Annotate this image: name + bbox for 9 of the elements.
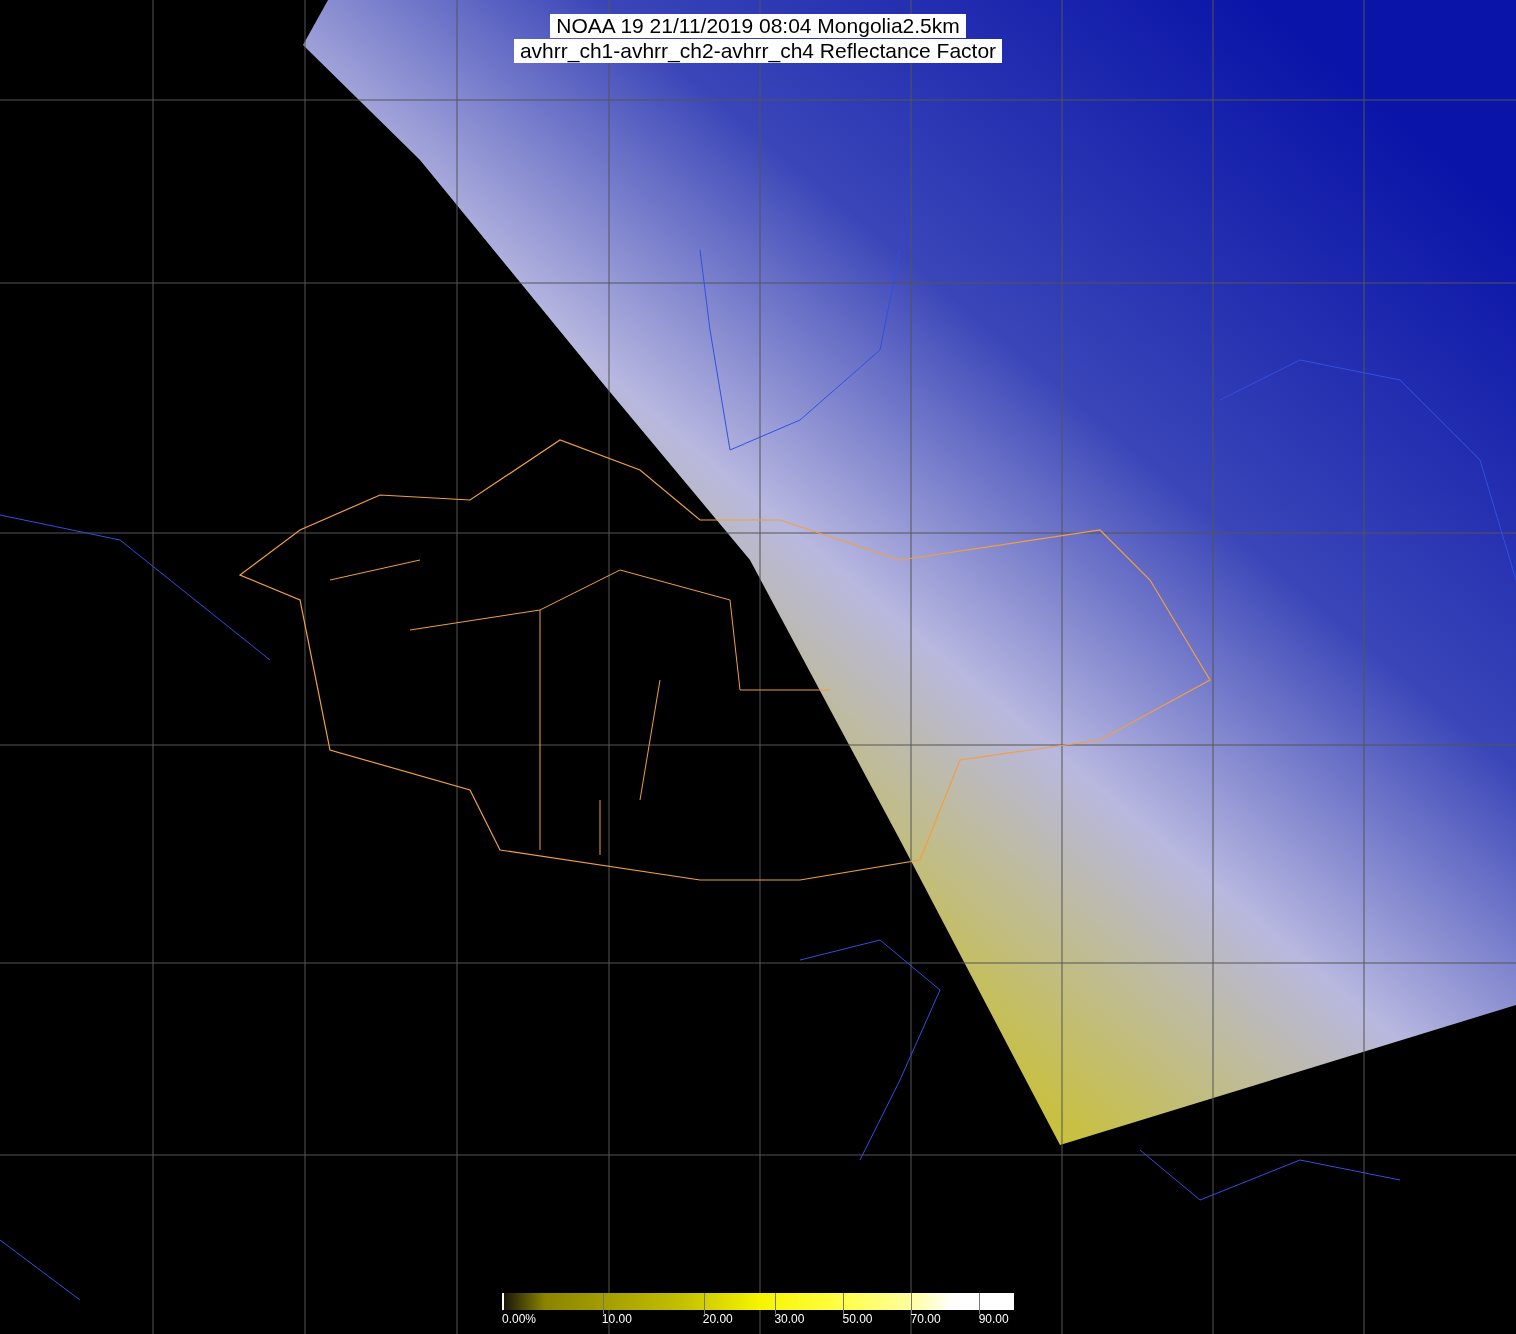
map-title: NOAA 19 21/11/2019 08:04 Mongolia2.5km — [550, 14, 966, 38]
colorbar-tick-label: 70.00 — [910, 1312, 941, 1326]
colorbar-tick-label: 10.00 — [601, 1312, 632, 1326]
colorbar-tick-label: 50.00 — [842, 1312, 873, 1326]
colorbar-tick-label: 90.00 — [978, 1312, 1009, 1326]
map-title: avhrr_ch1-avhrr_ch2-avhrr_ch4 Reflectance Factor — [513, 39, 1003, 63]
colorbar-tick-label: 30.00 — [774, 1312, 805, 1326]
colorbar-tick-label: 20.00 — [702, 1312, 733, 1326]
colorbar-tick-label: 0.00% — [502, 1312, 537, 1326]
